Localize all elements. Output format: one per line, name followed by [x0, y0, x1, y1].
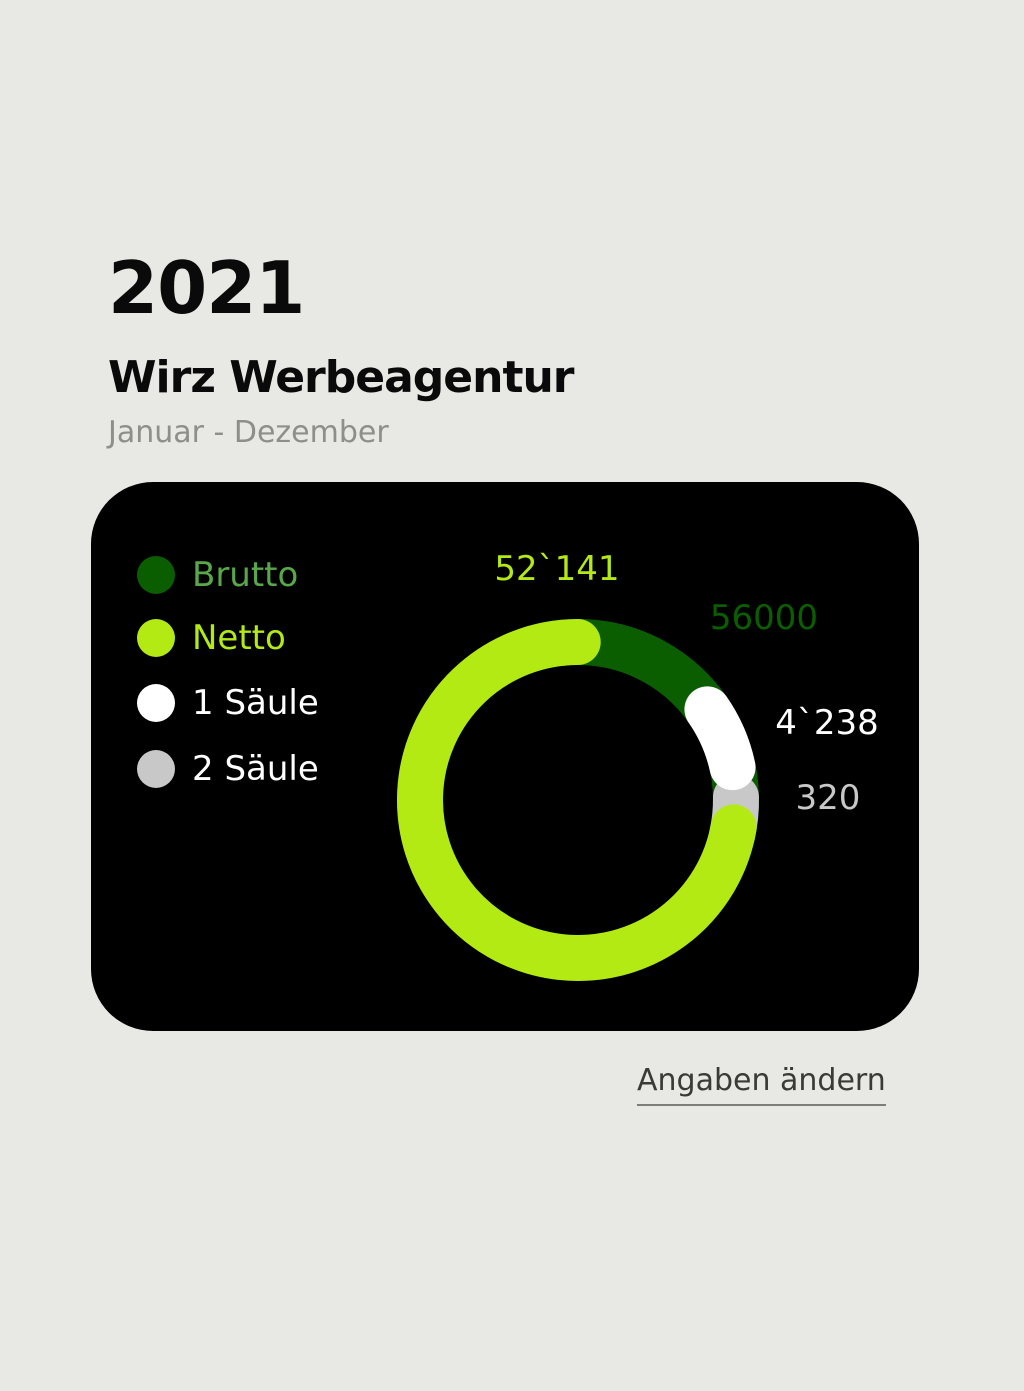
- value-label-netto: 52`141: [494, 549, 619, 589]
- year-title: 2021: [108, 246, 305, 330]
- value-label-brutto: 56000: [710, 598, 818, 638]
- chart-card: Brutto Netto 1 Säule 2 Säule 52`141 5600…: [91, 482, 919, 1031]
- company-name: Wirz Werbeagentur: [108, 352, 574, 403]
- value-label-saeule-2: 320: [796, 778, 861, 818]
- donut-chart: 52`141 56000 4`238 320: [397, 549, 879, 981]
- value-label-saeule-1: 4`238: [775, 703, 879, 743]
- edit-details-link[interactable]: Angaben ändern: [637, 1066, 886, 1106]
- donut-segment-saeule-1: [684, 686, 756, 791]
- period-range: Januar - Dezember: [108, 415, 389, 450]
